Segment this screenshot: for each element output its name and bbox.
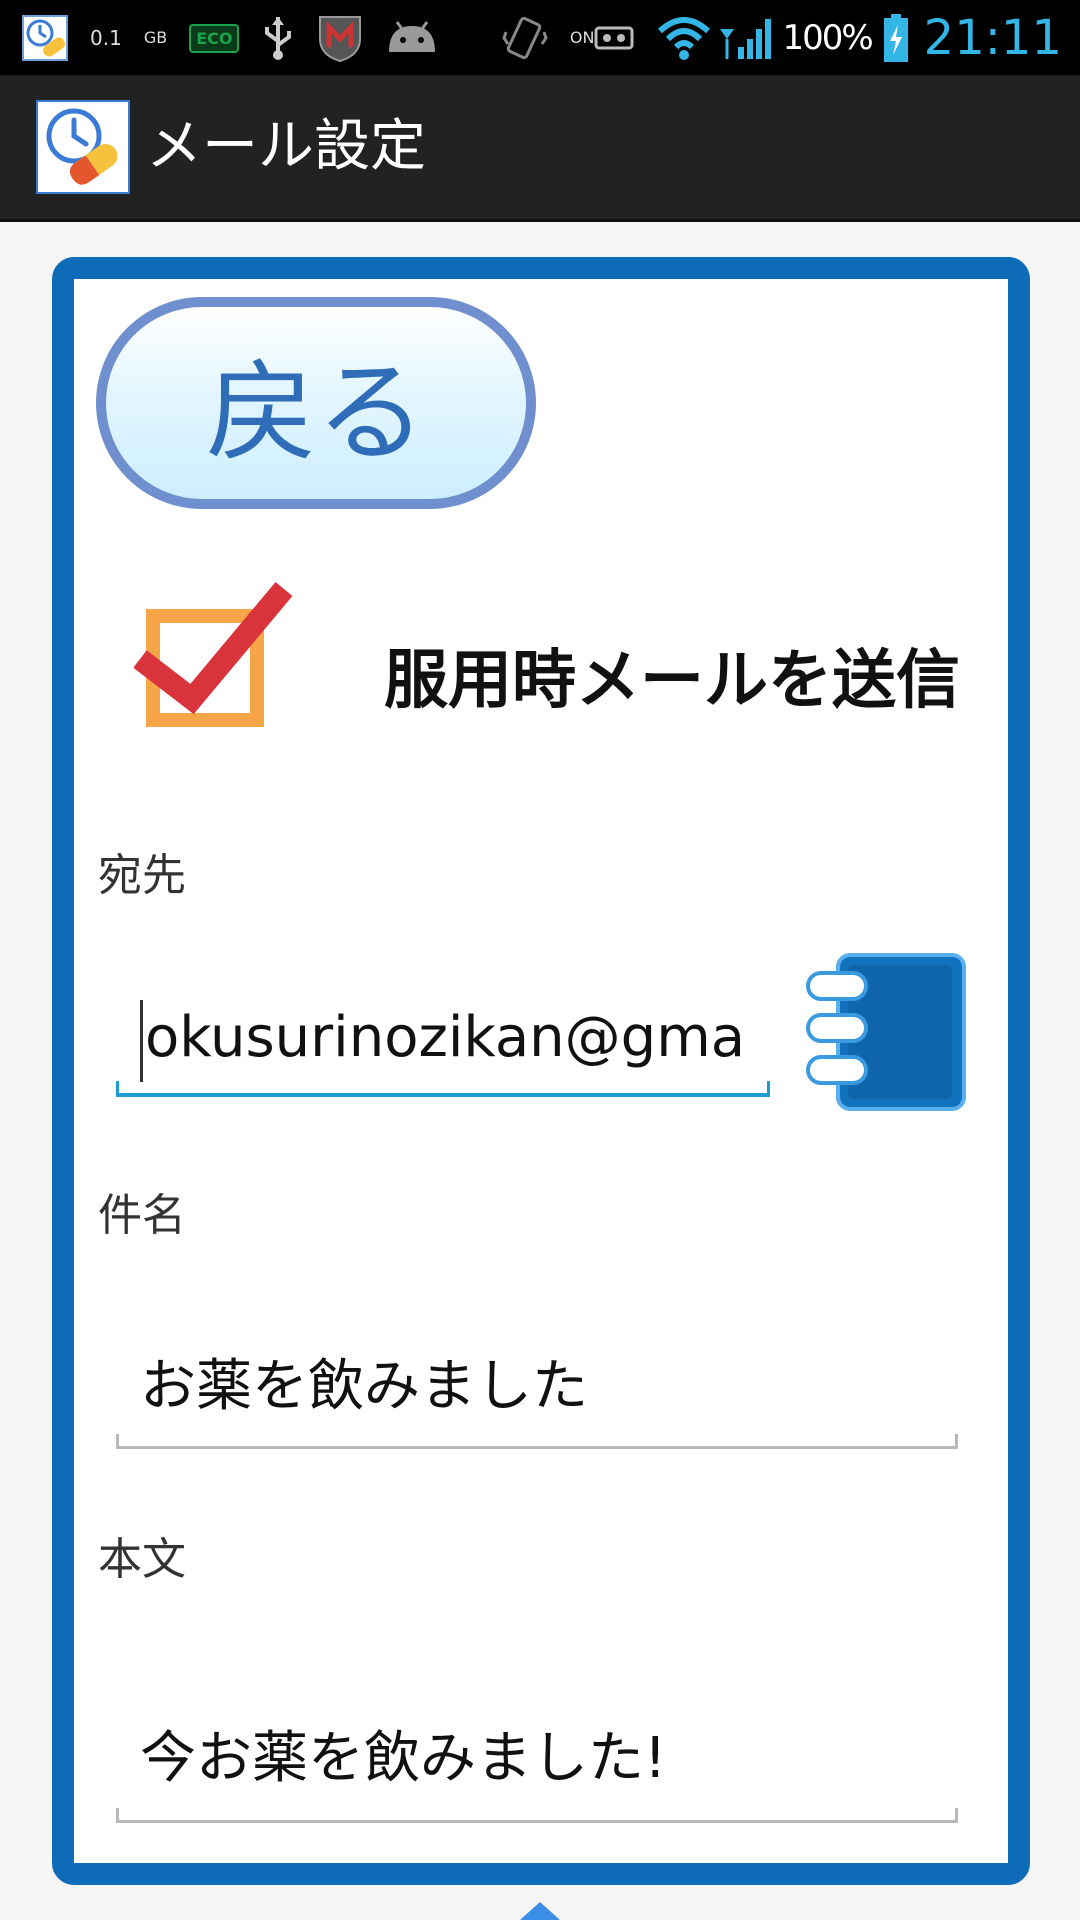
- action-bar: メール設定: [0, 75, 1080, 222]
- body-label: 本文: [98, 1534, 186, 1585]
- battery-percent: 100%: [782, 18, 873, 58]
- text-caret: [140, 999, 143, 1082]
- body-field-value: 今お薬を飲みました!: [140, 1726, 667, 1791]
- subject-field[interactable]: お薬を飲みました: [116, 1327, 958, 1449]
- android-debug-icon: [385, 18, 439, 58]
- settings-card: 戻る 服用時メールを送信 宛先 okusurinozikan@gma 件名 お薬…: [52, 257, 1030, 1885]
- back-button[interactable]: 戻る: [96, 297, 536, 509]
- subject-label: 件名: [98, 1190, 186, 1241]
- content-area: 戻る 服用時メールを送信 宛先 okusurinozikan@gma 件名 お薬…: [0, 222, 1080, 1920]
- wifi-icon: [656, 15, 712, 61]
- subject-field-value: お薬を飲みました: [140, 1354, 588, 1419]
- status-bar-left: 0.1 GB ECO: [22, 8, 461, 68]
- usb-icon: [261, 15, 295, 61]
- vibrate-icon: [502, 14, 548, 62]
- on-recording-icon: ON: [570, 26, 635, 50]
- eco-icon: ECO: [189, 23, 240, 53]
- mcafee-icon: [317, 13, 363, 63]
- scroll-up-icon[interactable]: [520, 1900, 560, 1920]
- body-field[interactable]: 今お薬を飲みました!: [116, 1697, 958, 1823]
- address-book-icon[interactable]: [804, 951, 970, 1113]
- status-bar-right: ON 100% 21:11: [502, 8, 1062, 68]
- battery-icon: [882, 13, 910, 63]
- page-title: メール設定: [146, 114, 426, 179]
- send-mail-checkbox-row[interactable]: 服用時メールを送信: [134, 579, 994, 727]
- status-bar: 0.1 GB ECO ON 100% 21:11: [0, 0, 1080, 75]
- clock: 21:11: [923, 10, 1062, 66]
- to-field[interactable]: okusurinozikan@gma: [116, 979, 770, 1097]
- to-label: 宛先: [98, 850, 186, 901]
- on-label: ON: [569, 28, 595, 47]
- send-mail-label: 服用時メールを送信: [384, 644, 960, 718]
- app-notification-icon: [22, 15, 68, 61]
- memory-value: 0.1: [90, 26, 122, 50]
- memory-unit: GB: [143, 28, 168, 47]
- to-field-value: okusurinozikan@gma: [145, 1005, 746, 1070]
- clock-pill-icon: [36, 100, 130, 194]
- send-mail-checkbox[interactable]: [146, 609, 264, 727]
- memory-indicator: 0.1 GB: [90, 28, 167, 48]
- signal-icon: [718, 15, 774, 61]
